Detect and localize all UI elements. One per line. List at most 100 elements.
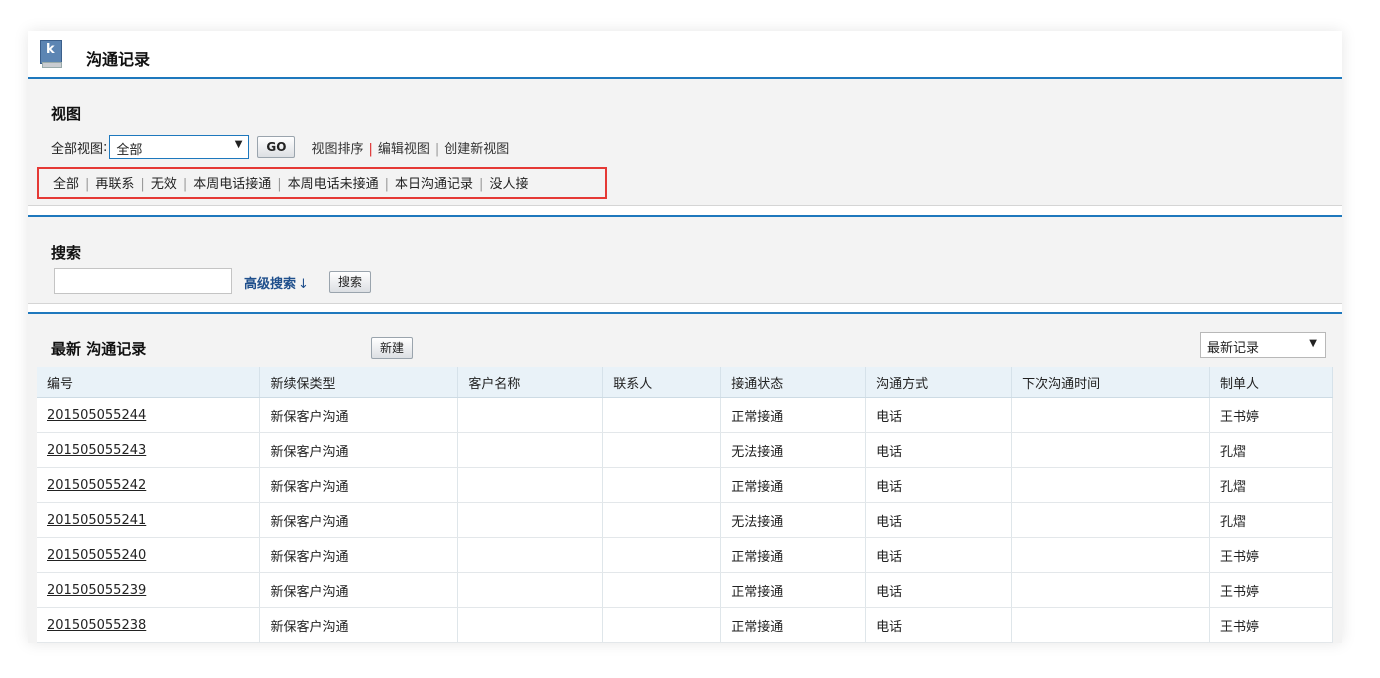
edit-view-link[interactable]: 编辑视图 xyxy=(378,142,430,157)
col-next-time[interactable]: 下次沟通时间 xyxy=(1011,367,1211,398)
view-select[interactable]: 全部 ▼ xyxy=(109,135,250,159)
col-id[interactable]: 编号 xyxy=(37,367,261,398)
table-row: 201505055243 新保客户沟通 无法接通 电话 孔熠 xyxy=(37,432,1333,468)
cell-next xyxy=(1011,397,1211,433)
cell-next xyxy=(1011,607,1211,643)
record-id-link[interactable]: 201505055238 xyxy=(47,618,146,633)
cell-contact xyxy=(602,432,722,468)
cell-id: 201505055238 xyxy=(37,607,261,643)
search-button[interactable]: 搜索 xyxy=(329,271,372,293)
cell-id: 201505055240 xyxy=(37,537,261,573)
cell-method: 电话 xyxy=(865,572,1013,608)
cell-status: 正常接通 xyxy=(720,467,867,503)
filter-recontact[interactable]: 再联系 xyxy=(95,177,134,192)
cell-customer xyxy=(457,607,604,643)
cell-customer xyxy=(457,432,604,468)
filter-no-answer[interactable]: 没人接 xyxy=(489,177,528,192)
cell-customer xyxy=(457,467,604,503)
advanced-search-link[interactable]: 高级搜索 ↓ xyxy=(244,273,309,292)
cell-method: 电话 xyxy=(865,432,1013,468)
filter-today[interactable]: 本日沟通记录 xyxy=(395,177,473,192)
cell-contact xyxy=(602,397,722,433)
cell-method: 电话 xyxy=(865,397,1013,433)
record-id-link[interactable]: 201505055244 xyxy=(47,408,146,423)
cell-creator: 王书婷 xyxy=(1209,397,1333,433)
col-customer[interactable]: 客户名称 xyxy=(457,367,604,398)
table-row: 201505055238 新保客户沟通 正常接通 电话 王书婷 xyxy=(37,607,1333,643)
cell-status: 正常接通 xyxy=(720,397,867,433)
cell-method: 电话 xyxy=(865,502,1013,538)
app-frame: k 沟通记录 视图 全部视图: 全部 ▼ GO 视图排序 | 编辑视图 | 创建新视图 … xyxy=(28,31,1342,643)
cell-contact xyxy=(602,607,722,643)
filter-week-not-connected[interactable]: 本周电话未接通 xyxy=(288,177,379,192)
view-panel: 视图 全部视图: 全部 ▼ GO 视图排序 | 编辑视图 | 创建新视图 全部 | 再联系 |… xyxy=(28,77,1342,206)
record-id-link[interactable]: 201505055239 xyxy=(47,583,146,598)
cell-type: 新保客户沟通 xyxy=(259,537,459,573)
cell-creator: 孔熠 xyxy=(1209,502,1333,538)
cell-type: 新保客户沟通 xyxy=(259,397,459,433)
cell-method: 电话 xyxy=(865,467,1013,503)
cell-next xyxy=(1011,502,1211,538)
view-sort-link[interactable]: 视图排序 xyxy=(311,142,363,157)
page-header: k 沟通记录 xyxy=(28,31,1342,79)
view-row: 全部视图: 全部 ▼ GO 视图排序 | 编辑视图 | 创建新视图 xyxy=(51,134,509,160)
cell-id: 201505055244 xyxy=(37,397,261,433)
cell-type: 新保客户沟通 xyxy=(259,467,459,503)
filter-links: 全部 | 再联系 | 无效 | 本周电话接通 | 本周电话未接通 | 本日沟通记录 | 没人接 xyxy=(53,177,529,192)
page-title: 沟通记录 xyxy=(86,50,151,69)
cell-status: 正常接通 xyxy=(720,607,867,643)
cell-creator: 王书婷 xyxy=(1209,572,1333,608)
record-id-link[interactable]: 201505055241 xyxy=(47,513,146,528)
cell-next xyxy=(1011,432,1211,468)
search-input[interactable] xyxy=(54,268,232,294)
record-id-link[interactable]: 201505055242 xyxy=(47,478,146,493)
cell-customer xyxy=(457,572,604,608)
col-status[interactable]: 接通状态 xyxy=(720,367,867,398)
cell-type: 新保客户沟通 xyxy=(259,572,459,608)
cell-contact xyxy=(602,502,722,538)
table-row: 201505055244 新保客户沟通 正常接通 电话 王书婷 xyxy=(37,397,1333,433)
create-view-link[interactable]: 创建新视图 xyxy=(444,142,509,157)
cell-status: 无法接通 xyxy=(720,432,867,468)
table-row: 201505055241 新保客户沟通 无法接通 电话 孔熠 xyxy=(37,502,1333,538)
col-method[interactable]: 沟通方式 xyxy=(865,367,1013,398)
filter-all[interactable]: 全部 xyxy=(53,177,79,192)
search-title: 搜索 xyxy=(51,244,82,262)
record-id-link[interactable]: 201505055243 xyxy=(47,443,146,458)
cell-type: 新保客户沟通 xyxy=(259,502,459,538)
list-panel: 最新 沟通记录 新建 最新记录 ▼ 编号 新续保类型 客户名称 联系人 接通状态… xyxy=(28,312,1342,643)
col-contact[interactable]: 联系人 xyxy=(602,367,722,398)
cell-next xyxy=(1011,467,1211,503)
cell-customer xyxy=(457,397,604,433)
search-panel: 搜索 高级搜索 ↓ 搜索 xyxy=(28,215,1342,304)
cell-next xyxy=(1011,572,1211,608)
view-title: 视图 xyxy=(51,105,82,123)
advanced-search-label: 高级搜索 xyxy=(244,277,297,292)
cell-contact xyxy=(602,572,722,608)
cell-creator: 孔熠 xyxy=(1209,432,1333,468)
sort-select[interactable]: 最新记录 ▼ xyxy=(1200,332,1326,358)
cell-method: 电话 xyxy=(865,607,1013,643)
cell-method: 电话 xyxy=(865,537,1013,573)
view-select-value: 全部 xyxy=(116,143,143,158)
filter-invalid[interactable]: 无效 xyxy=(151,177,177,192)
cell-next xyxy=(1011,537,1211,573)
cell-creator: 孔熠 xyxy=(1209,467,1333,503)
filter-week-connected[interactable]: 本周电话接通 xyxy=(193,177,271,192)
cell-creator: 王书婷 xyxy=(1209,537,1333,573)
records-table: 编号 新续保类型 客户名称 联系人 接通状态 沟通方式 下次沟通时间 制单人 2… xyxy=(37,367,1333,643)
cell-id: 201505055243 xyxy=(37,432,261,468)
table-row: 201505055240 新保客户沟通 正常接通 电话 王书婷 xyxy=(37,537,1333,573)
table-header-row: 编号 新续保类型 客户名称 联系人 接通状态 沟通方式 下次沟通时间 制单人 xyxy=(37,367,1333,398)
record-id-link[interactable]: 201505055240 xyxy=(47,548,146,563)
col-creator[interactable]: 制单人 xyxy=(1209,367,1333,398)
down-arrow-icon: ↓ xyxy=(298,277,309,292)
cell-customer xyxy=(457,537,604,573)
dropdown-arrow-icon: ▼ xyxy=(1309,338,1317,349)
go-button[interactable]: GO xyxy=(257,136,296,158)
dropdown-arrow-icon: ▼ xyxy=(234,139,243,150)
sort-select-value: 最新记录 xyxy=(1207,341,1260,356)
col-type[interactable]: 新续保类型 xyxy=(259,367,459,398)
view-label-colon: : xyxy=(103,139,108,155)
new-button[interactable]: 新建 xyxy=(371,337,414,359)
